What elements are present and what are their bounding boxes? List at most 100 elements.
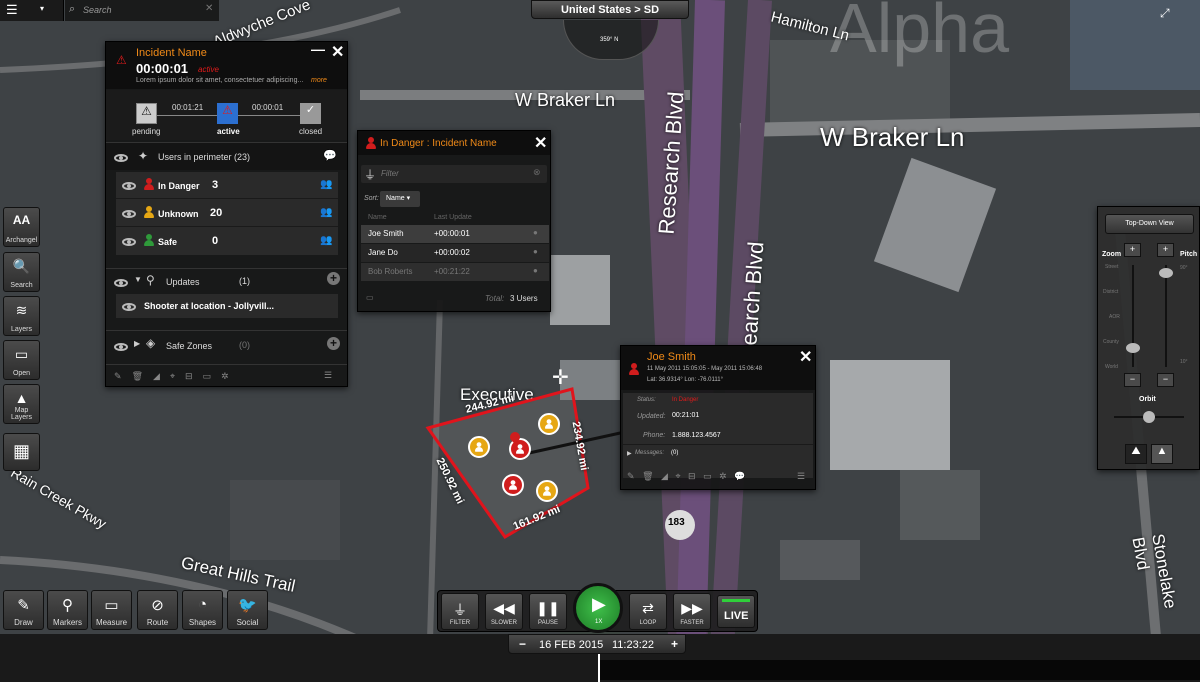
updates-header[interactable]: ▼ ⚲ Updates (1) + [106,268,347,292]
orbit-slider-handle[interactable] [1143,411,1155,423]
safe-zones-header[interactable]: ▶ ◈ Safe Zones (0) + [106,330,347,356]
visibility-icon[interactable] [122,302,136,314]
date-minus-button[interactable]: − [519,637,526,651]
category-row[interactable]: Unknown 20 👥 [116,199,338,227]
pause-button[interactable]: ❚❚ PAUSE [529,593,567,630]
target-icon[interactable]: ⌖ [675,471,680,481]
chevron-right-icon[interactable]: ▶ [134,339,140,348]
edit-icon[interactable]: ✎ [114,371,122,381]
open-button[interactable]: ▭ Open [3,340,40,380]
close-icon[interactable]: ✕ [799,347,812,367]
menu-icon[interactable]: ☰ [6,2,18,18]
visibility-icon[interactable] [114,153,128,165]
settings-icon[interactable]: ✲ [719,471,727,481]
user-marker-unknown[interactable] [538,413,560,435]
visibility-icon[interactable] [114,278,128,290]
video-icon[interactable]: ▭ [203,371,212,381]
group-icon[interactable]: 👥 [320,207,332,218]
date-plus-button[interactable]: + [671,637,678,651]
update-item[interactable]: Shooter at location - Jollyvill... [116,294,338,318]
live-button[interactable]: LIVE [717,595,755,628]
map-layers-button[interactable]: ▲ Map Layers [3,384,40,424]
pitch-slider-handle[interactable] [1159,268,1173,278]
visibility-icon[interactable] [114,342,128,354]
layers-button[interactable]: ≋ Layers [3,296,40,336]
delete-icon[interactable]: 🗑 [642,471,653,481]
fullscreen-icon[interactable]: ⤢ [1160,6,1170,21]
top-down-view-button[interactable]: Top-Down View [1105,214,1194,234]
terrain-view-icon[interactable]: ⛰ [1125,444,1147,464]
sort-dropdown[interactable]: Name ▾ [380,191,420,207]
elevation-icon[interactable]: ▲ [1151,444,1173,464]
zoom-out-button[interactable]: − [1124,373,1141,387]
closed-step-icon[interactable]: ✓ [300,103,321,124]
list-icon[interactable]: ☰ [324,370,332,381]
timeline-cursor[interactable] [598,654,600,682]
markers-button[interactable]: ⚲ Markers [47,590,88,630]
measure-button[interactable]: ▭ Measure [91,590,132,630]
add-zone-icon[interactable]: + [327,337,340,350]
video-icon[interactable]: ▭ [703,471,712,481]
visibility-icon[interactable] [122,237,136,249]
social-button[interactable]: 🐦 Social [227,590,268,630]
users-perimeter-header[interactable]: ✦ Users in perimeter (23) 💬 [106,142,347,170]
active-step-icon[interactable]: ⚠ [217,103,238,124]
settings-icon[interactable]: ✲ [221,371,229,381]
message-icon[interactable]: ● [533,266,538,275]
group-icon[interactable]: 👥 [320,179,332,190]
user-marker-unknown[interactable] [468,436,490,458]
filter-button[interactable]: ⏚ FILTER [441,593,479,630]
ruler-icon[interactable]: ◢ [153,371,160,381]
add-update-icon[interactable]: + [327,272,340,285]
pitch-up-button[interactable]: + [1157,243,1174,257]
archangel-button[interactable]: AA Archangel [3,207,40,247]
table-row[interactable]: Jane Do +00:00:02 ● [361,244,549,262]
chat-icon[interactable]: 💬 [734,471,745,481]
clear-search-icon[interactable]: ✕ [205,3,213,14]
chat-icon[interactable]: 💬 [323,149,337,162]
shapes-button[interactable]: ◔ Shapes [182,590,223,630]
draw-button[interactable]: ✎ Draw [3,590,44,630]
filter-input[interactable]: ⏚ Filter ⊗ [361,165,547,183]
route-icon[interactable]: ⊟ [688,471,696,481]
apps-button[interactable]: ▦ [3,433,40,471]
user-marker-danger[interactable] [502,474,524,496]
list-icon[interactable]: ☰ [797,471,805,482]
table-row[interactable]: Joe Smith +00:00:01 ● [361,225,549,243]
slower-button[interactable]: ◀◀ SLOWER [485,593,523,630]
search-button[interactable]: 🔍 Search [3,252,40,292]
edit-icon[interactable]: ✎ [627,471,635,481]
zoom-in-button[interactable]: + [1124,243,1141,257]
chevron-right-icon[interactable]: ▶ [627,450,632,457]
pending-step-icon[interactable]: ⚠ [136,103,157,124]
visibility-icon[interactable] [122,209,136,221]
video-icon[interactable]: ▭ [366,293,374,302]
target-icon[interactable]: ⌖ [170,371,175,381]
loop-button[interactable]: ⇄ LOOP [629,593,667,630]
more-link[interactable]: more [311,77,327,84]
location-breadcrumb[interactable]: United States > SD [531,0,689,19]
category-row[interactable]: In Danger 3 👥 [116,172,338,199]
pitch-down-button[interactable]: − [1157,373,1174,387]
user-marker-unknown[interactable] [536,480,558,502]
category-row[interactable]: Safe 0 👥 [116,227,338,255]
chevron-down-icon[interactable]: ▼ [134,275,142,284]
messages-row[interactable]: ▶ Messages: (0) [623,444,813,462]
group-icon[interactable]: 👥 [320,235,332,246]
play-button[interactable]: ▶ 1X [573,583,623,633]
chevron-down-icon[interactable]: ▾ [40,4,44,13]
table-row[interactable]: Bob Roberts +00:21:22 ● [361,263,549,281]
pitch-slider-track[interactable] [1165,265,1167,367]
faster-button[interactable]: ▶▶ FASTER [673,593,711,630]
ruler-icon[interactable]: ◢ [661,471,668,481]
search-bar[interactable]: ⌕ Search ✕ [65,0,219,21]
close-icon[interactable]: ✕ [534,133,547,153]
route-icon[interactable]: ⊟ [185,371,193,381]
message-icon[interactable]: ● [533,228,538,237]
search-input[interactable]: Search [83,5,112,15]
visibility-icon[interactable] [122,181,136,193]
close-icon[interactable]: ✕ [331,42,344,62]
minimize-icon[interactable]: — [311,41,325,57]
message-icon[interactable]: ● [533,247,538,256]
route-button[interactable]: ⊘ Route [137,590,178,630]
